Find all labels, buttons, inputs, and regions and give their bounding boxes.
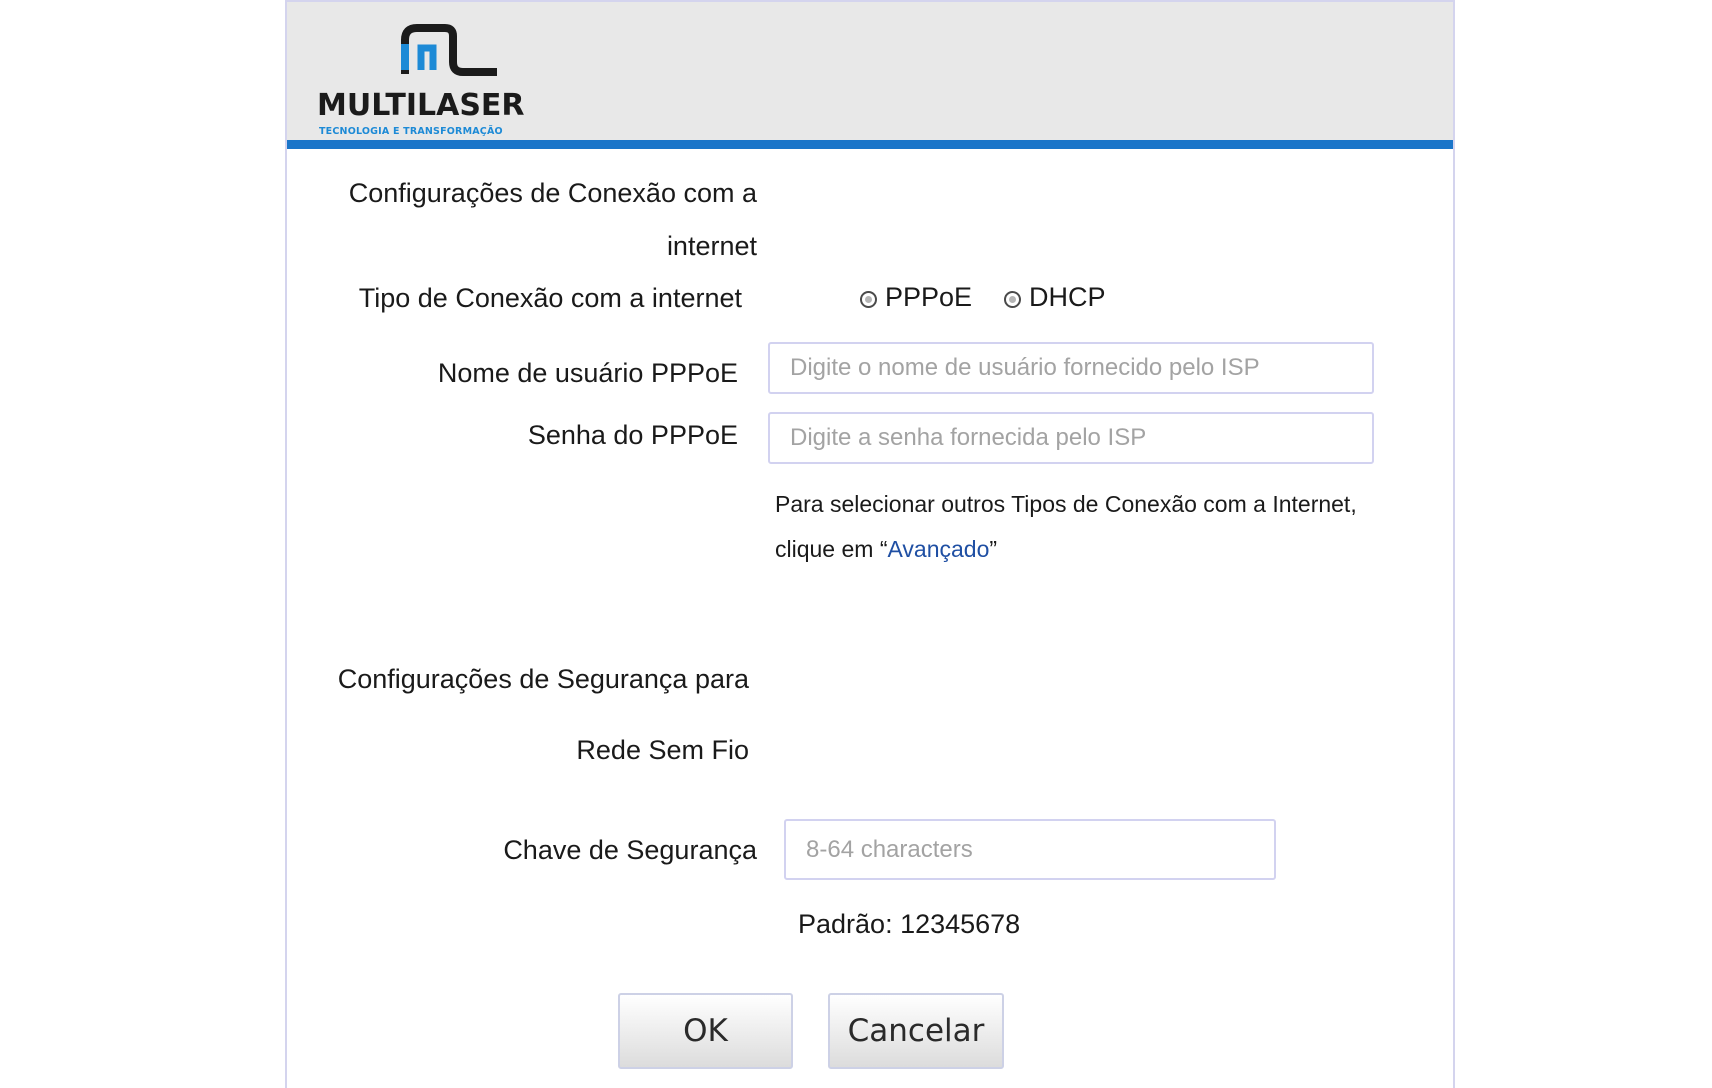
pppoe-password-label: Senha do PPPoE	[527, 420, 738, 450]
radio-dhcp-label[interactable]: DHCP	[1029, 282, 1106, 313]
pppoe-username-input[interactable]	[768, 342, 1374, 394]
pppoe-username-label: Nome de usuário PPPoE	[437, 358, 738, 388]
default-key-text: Padrão: 12345678	[798, 909, 1021, 939]
wireless-section-title-line2: Rede Sem Fio	[576, 735, 749, 765]
internet-section-title-line1: Configurações de Conexão com a	[348, 178, 757, 208]
security-key-input[interactable]	[784, 819, 1276, 880]
header-accent-bar	[287, 140, 1453, 149]
connection-types-note-line2: clique em “Avançado”	[775, 527, 1357, 572]
connection-types-note: Para selecionar outros Tipos de Conexão …	[775, 482, 1357, 572]
connection-types-note-line1: Para selecionar outros Tipos de Conexão …	[775, 491, 1357, 517]
multilaser-logo: MULTILASER TECNOLOGIA E TRANSFORMAÇÃO	[317, 20, 525, 142]
pppoe-password-input[interactable]	[768, 412, 1374, 464]
note-prefix: clique em “	[775, 536, 888, 562]
internet-section-title-line2: internet	[666, 231, 757, 261]
brand-name: MULTILASER	[317, 88, 525, 123]
cancel-button[interactable]: Cancelar	[828, 993, 1004, 1069]
note-suffix: ”	[989, 536, 998, 562]
radio-pppoe[interactable]	[860, 291, 877, 308]
header: MULTILASER TECNOLOGIA E TRANSFORMAÇÃO	[287, 2, 1453, 140]
radio-pppoe-label[interactable]: PPPoE	[885, 282, 972, 313]
brand-tagline: TECNOLOGIA E TRANSFORMAÇÃO	[319, 126, 503, 137]
radio-dhcp[interactable]	[1004, 291, 1021, 308]
ok-button[interactable]: OK	[618, 993, 793, 1069]
wireless-section-title-line1: Configurações de Segurança para	[337, 664, 749, 694]
settings-panel: MULTILASER TECNOLOGIA E TRANSFORMAÇÃO Co…	[285, 0, 1455, 1088]
advanced-link[interactable]: Avançado	[887, 536, 989, 562]
multilaser-logo-icon	[401, 24, 497, 76]
security-key-label: Chave de Segurança	[503, 835, 757, 865]
connection-type-label: Tipo de Conexão com a internet	[358, 283, 742, 313]
